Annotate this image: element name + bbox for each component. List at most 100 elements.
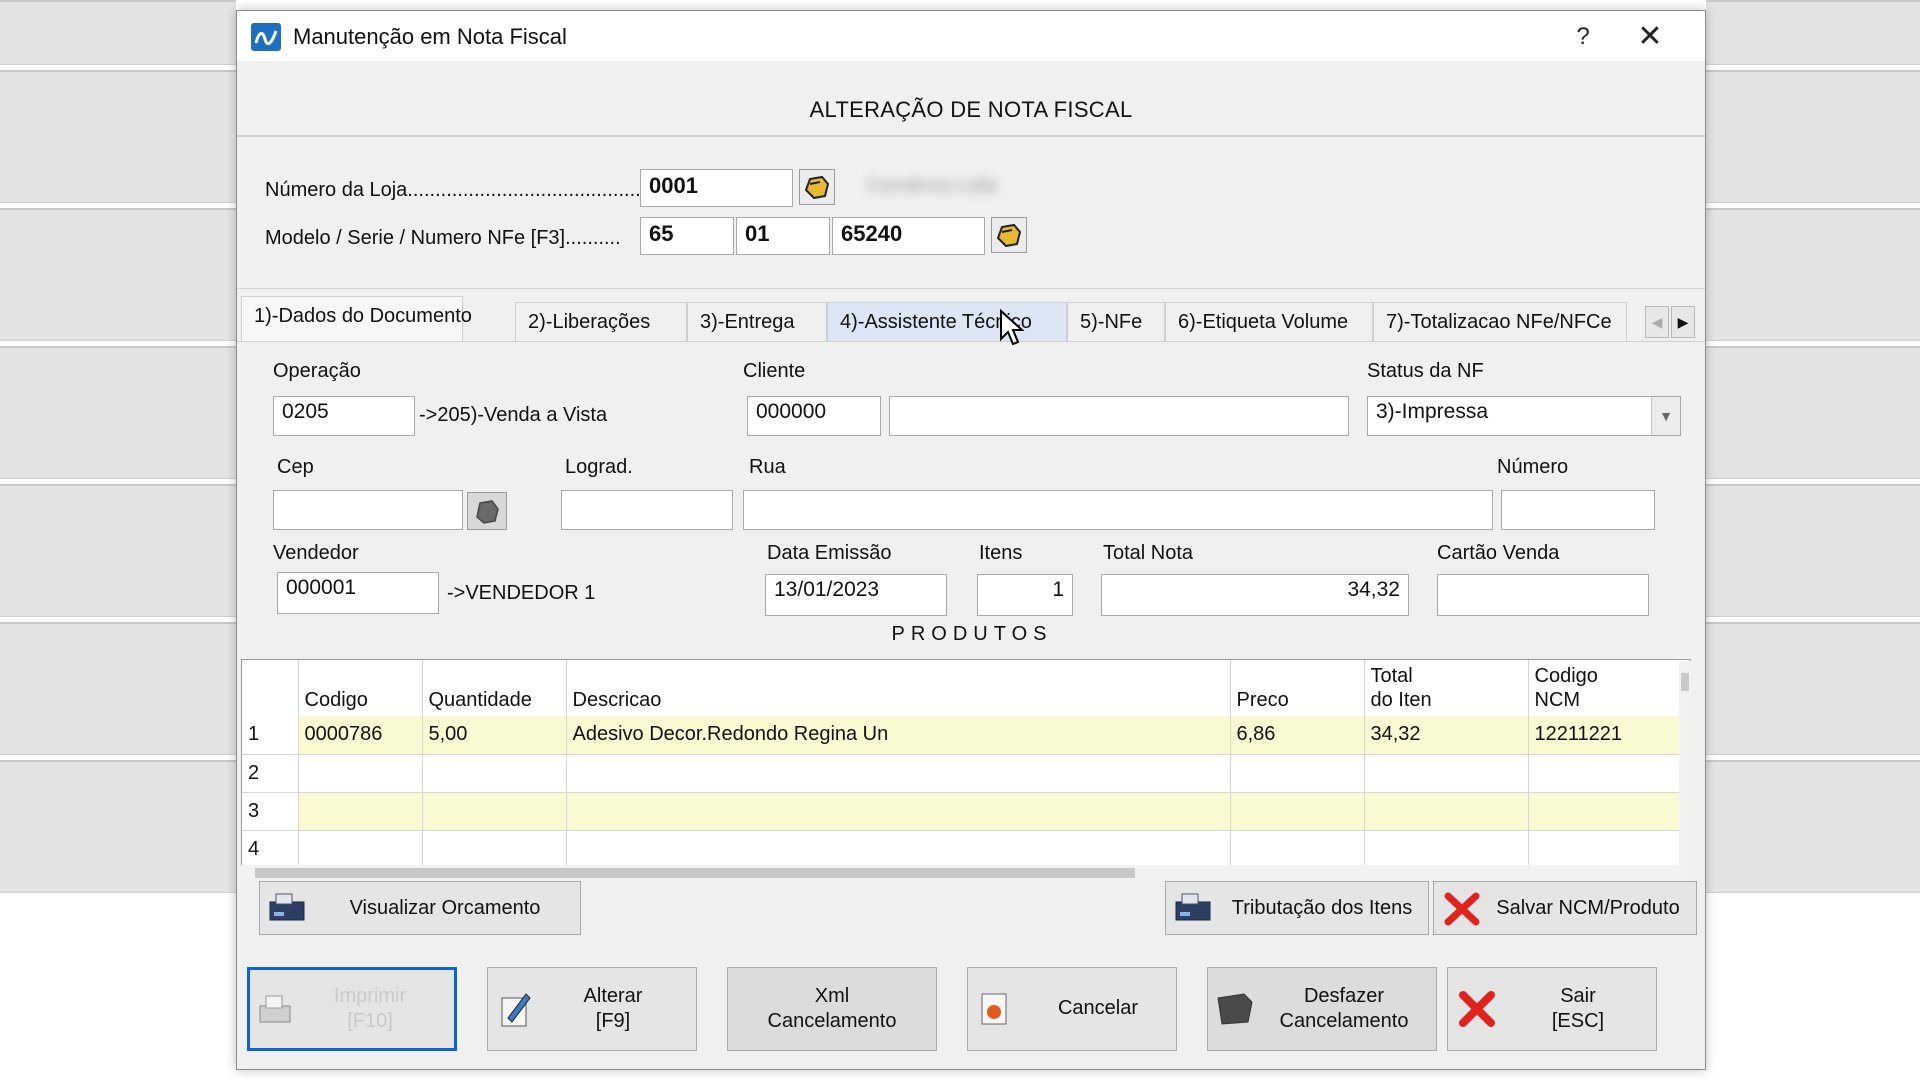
xml-cancelamento-button[interactable]: Xml Cancelamento — [727, 967, 937, 1051]
total-nota-input[interactable]: 34,32 — [1101, 574, 1409, 616]
cell-preco[interactable] — [1230, 792, 1365, 831]
tab-dados-documento[interactable]: 1)-Dados do Documento — [241, 296, 472, 342]
salvar-ncm-button[interactable]: Salvar NCM/Produto — [1433, 881, 1697, 935]
tab-scroll-left-button[interactable]: ◀ — [1645, 306, 1669, 338]
chevron-down-icon[interactable]: ▼ — [1651, 397, 1680, 435]
cancelar-label: Cancelar — [1057, 997, 1139, 1019]
tab-etiqueta-volume[interactable]: 6)-Etiqueta Volume — [1165, 302, 1373, 342]
sair-label: Sair [ESC] — [1508, 984, 1648, 1034]
lograd-label: Lograd. — [565, 456, 633, 478]
cell-descricao[interactable] — [566, 754, 1231, 793]
cell-descricao[interactable]: Adesivo Decor.Redondo Regina Un — [566, 716, 1231, 755]
imprimir-label: Imprimir [F10] — [290, 984, 450, 1034]
numero-nfe-input[interactable]: 65240 — [832, 217, 985, 255]
cliente-input[interactable]: 000000 — [747, 396, 881, 436]
background-panel — [0, 70, 236, 203]
cell-ncm[interactable] — [1528, 830, 1683, 869]
close-button[interactable]: ✕ — [1625, 19, 1675, 55]
tributacao-itens-button[interactable]: Tributação dos Itens — [1165, 881, 1429, 935]
cell-quantidade[interactable]: 5,00 — [422, 716, 567, 755]
cell-ncm[interactable] — [1528, 792, 1683, 831]
cancelar-button[interactable]: Cancelar — [967, 967, 1177, 1051]
cell-preco[interactable]: 6,86 — [1230, 716, 1365, 755]
cell-quantidade[interactable] — [422, 792, 567, 831]
salvar-ncm-label: Salvar NCM/Produto — [1496, 897, 1680, 919]
sair-button[interactable]: Sair [ESC] — [1447, 967, 1657, 1051]
tab-assistente-tecnico[interactable]: 4)-Assistente Técnico — [827, 302, 1067, 342]
cartao-venda-input[interactable] — [1437, 574, 1649, 616]
column-header-codigo[interactable]: Codigo — [298, 660, 423, 716]
background-panel — [0, 346, 236, 479]
alterar-button[interactable]: Alterar [F9] — [487, 967, 697, 1051]
cell-descricao[interactable] — [566, 792, 1231, 831]
xml-cancelamento-label: Xml Cancelamento — [728, 984, 936, 1034]
background-panel — [0, 0, 236, 65]
produtos-table: Codigo Quantidade Descricao Preco Total d… — [242, 660, 1683, 869]
table-row[interactable]: 4 — [242, 830, 1683, 869]
cliente-name-field[interactable] — [889, 396, 1349, 436]
numero-input[interactable] — [1501, 490, 1655, 530]
lookup-hand-button[interactable] — [799, 169, 835, 205]
grid-horizontal-scrollbar[interactable] — [241, 865, 1687, 881]
cell-codigo[interactable] — [298, 792, 423, 831]
lograd-input[interactable] — [561, 490, 733, 530]
vendedor-input[interactable]: 000001 — [277, 572, 439, 614]
cell-total[interactable] — [1364, 754, 1529, 793]
desfazer-cancelamento-button[interactable]: Desfazer Cancelamento — [1207, 967, 1437, 1051]
scroll-thumb[interactable] — [1681, 673, 1689, 691]
cell-ncm[interactable] — [1528, 754, 1683, 793]
column-header-descricao[interactable]: Descricao — [566, 660, 1231, 716]
cell-total[interactable] — [1364, 792, 1529, 831]
cep-input[interactable] — [273, 490, 463, 530]
red-x-icon — [1459, 991, 1495, 1027]
cep-lookup-button[interactable] — [467, 492, 507, 530]
tab-scroll-right-button[interactable]: ▶ — [1671, 306, 1695, 338]
status-select[interactable]: 3)-Impressa ▼ — [1367, 396, 1681, 436]
operacao-input[interactable]: 0205 — [273, 396, 415, 436]
window-title: Manutenção em Nota Fiscal — [293, 24, 567, 49]
desfazer-line2: Cancelamento — [1279, 1010, 1409, 1032]
table-row[interactable]: 1 0000786 5,00 Adesivo Decor.Redondo Reg… — [242, 716, 1683, 755]
cell-codigo[interactable] — [298, 754, 423, 793]
cell-quantidade[interactable] — [422, 754, 567, 793]
row-number: 1 — [242, 716, 299, 755]
table-row[interactable]: 2 — [242, 754, 1683, 793]
column-header-preco[interactable]: Preco — [1230, 660, 1365, 716]
cell-codigo[interactable]: 0000786 — [298, 716, 423, 755]
produtos-grid[interactable]: Codigo Quantidade Descricao Preco Total d… — [241, 659, 1691, 871]
rua-input[interactable] — [743, 490, 1493, 530]
tab-panel-dados-documento: Operação 0205 ->205)-Venda a Vista Clien… — [237, 341, 1705, 671]
cell-total[interactable] — [1364, 830, 1529, 869]
itens-input[interactable]: 1 — [977, 574, 1073, 616]
tab-entrega[interactable]: 3)-Entrega — [687, 302, 827, 342]
tab-liberacoes[interactable]: 2)-Liberações — [515, 302, 687, 342]
serie-input[interactable]: 01 — [736, 217, 830, 255]
edit-document-icon — [501, 993, 531, 1027]
header-line: NCM — [1534, 689, 1581, 711]
loja-input[interactable]: 0001 — [640, 169, 793, 207]
data-emissao-input[interactable]: 13/01/2023 — [765, 574, 947, 616]
imprimir-button[interactable]: Imprimir [F10] — [247, 967, 457, 1051]
cell-codigo[interactable] — [298, 830, 423, 869]
cell-ncm[interactable]: 12211221 — [1528, 716, 1683, 755]
desfazer-line1: Desfazer — [1303, 985, 1385, 1007]
scroll-thumb[interactable] — [255, 868, 1135, 878]
cell-quantidade[interactable] — [422, 830, 567, 869]
column-header-quantidade[interactable]: Quantidade — [422, 660, 567, 716]
help-button[interactable]: ? — [1561, 19, 1605, 55]
cell-descricao[interactable] — [566, 830, 1231, 869]
visualizar-orcamento-button[interactable]: Visualizar Orcamento — [259, 881, 581, 935]
mouse-cursor-icon — [1000, 309, 1025, 346]
cell-preco[interactable] — [1230, 830, 1365, 869]
modelo-input[interactable]: 65 — [640, 217, 734, 255]
lookup-nfe-button[interactable] — [991, 217, 1027, 253]
cell-total[interactable]: 34,32 — [1364, 716, 1529, 755]
grid-vertical-scrollbar[interactable] — [1679, 661, 1691, 871]
column-header-ncm[interactable]: Codigo NCM — [1528, 660, 1683, 716]
cell-preco[interactable] — [1230, 754, 1365, 793]
background-panel — [0, 484, 236, 617]
tab-totalizacao[interactable]: 7)-Totalizacao NFe/NFCe — [1373, 302, 1627, 342]
tab-nfe[interactable]: 5)-NFe — [1067, 302, 1165, 342]
table-row[interactable]: 3 — [242, 792, 1683, 831]
column-header-total-iten[interactable]: Total do Iten — [1364, 660, 1529, 716]
